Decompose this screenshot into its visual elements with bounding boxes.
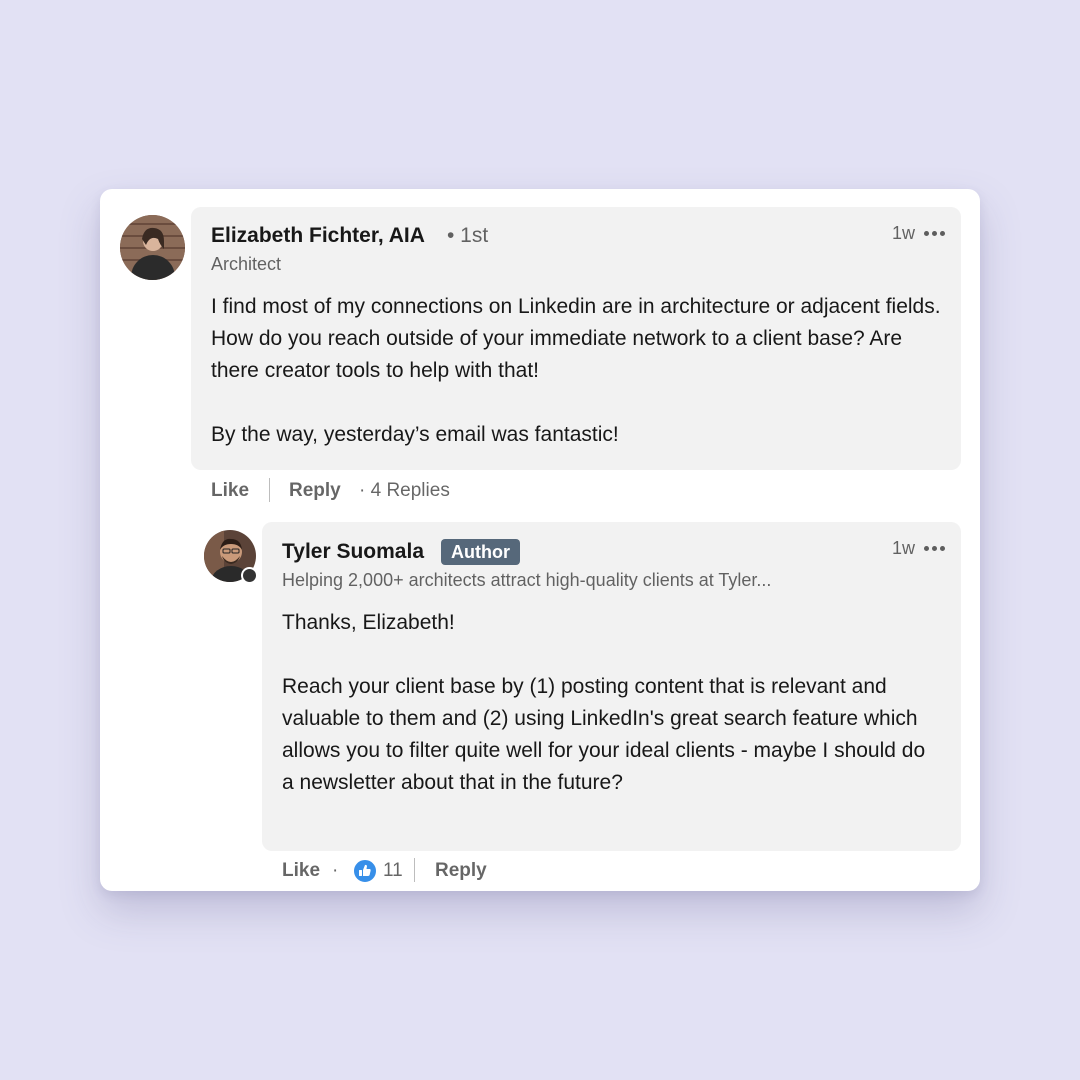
dot-separator: · bbox=[332, 860, 339, 881]
comment-reply-button[interactable]: Reply bbox=[289, 480, 341, 502]
comment-author-name[interactable]: Elizabeth Fichter, AIA bbox=[211, 224, 425, 248]
reply-author-headline: Helping 2,000+ architects attract high-q… bbox=[282, 570, 772, 590]
reply-paragraph: Thanks, Elizabeth! bbox=[282, 611, 455, 634]
reply-reply-button[interactable]: Reply bbox=[435, 860, 487, 882]
reaction-count[interactable]: 11 bbox=[383, 860, 403, 882]
action-divider bbox=[269, 478, 270, 502]
status-indicator-icon bbox=[241, 567, 258, 584]
elizabeth-avatar[interactable] bbox=[120, 215, 185, 280]
reply-author-name[interactable]: Tyler Suomala bbox=[282, 540, 424, 564]
reply-like-button[interactable]: Like bbox=[282, 860, 320, 882]
thumbs-up-icon[interactable] bbox=[353, 859, 377, 883]
more-options-icon[interactable] bbox=[924, 546, 946, 552]
replies-count-link[interactable]: · 4 Replies bbox=[359, 480, 450, 502]
reply-paragraph: Reach your client base by (1) posting co… bbox=[282, 675, 926, 794]
action-divider bbox=[414, 858, 415, 882]
comment-paragraph: By the way, yesterday’s email was fantas… bbox=[211, 423, 619, 446]
comment-timestamp: 1w bbox=[892, 223, 916, 243]
comment-card: Elizabeth Fichter, AIA • 1st Architect 1… bbox=[100, 189, 980, 891]
more-options-icon[interactable] bbox=[924, 231, 946, 237]
author-badge: Author bbox=[441, 539, 520, 565]
connection-degree: • 1st bbox=[447, 224, 489, 247]
comment-body: I find most of my connections on Linkedi… bbox=[211, 291, 941, 451]
reply-body: Thanks, Elizabeth! Reach your client bas… bbox=[282, 607, 942, 799]
comment-author-headline: Architect bbox=[211, 254, 282, 274]
reply-timestamp: 1w bbox=[892, 538, 916, 558]
comment-bubble: Elizabeth Fichter, AIA • 1st Architect 1… bbox=[191, 207, 961, 470]
reply-bubble: Tyler Suomala Author Helping 2,000+ arch… bbox=[262, 522, 961, 851]
comment-paragraph: I find most of my connections on Linkedi… bbox=[211, 295, 941, 382]
comment-like-button[interactable]: Like bbox=[211, 480, 249, 502]
